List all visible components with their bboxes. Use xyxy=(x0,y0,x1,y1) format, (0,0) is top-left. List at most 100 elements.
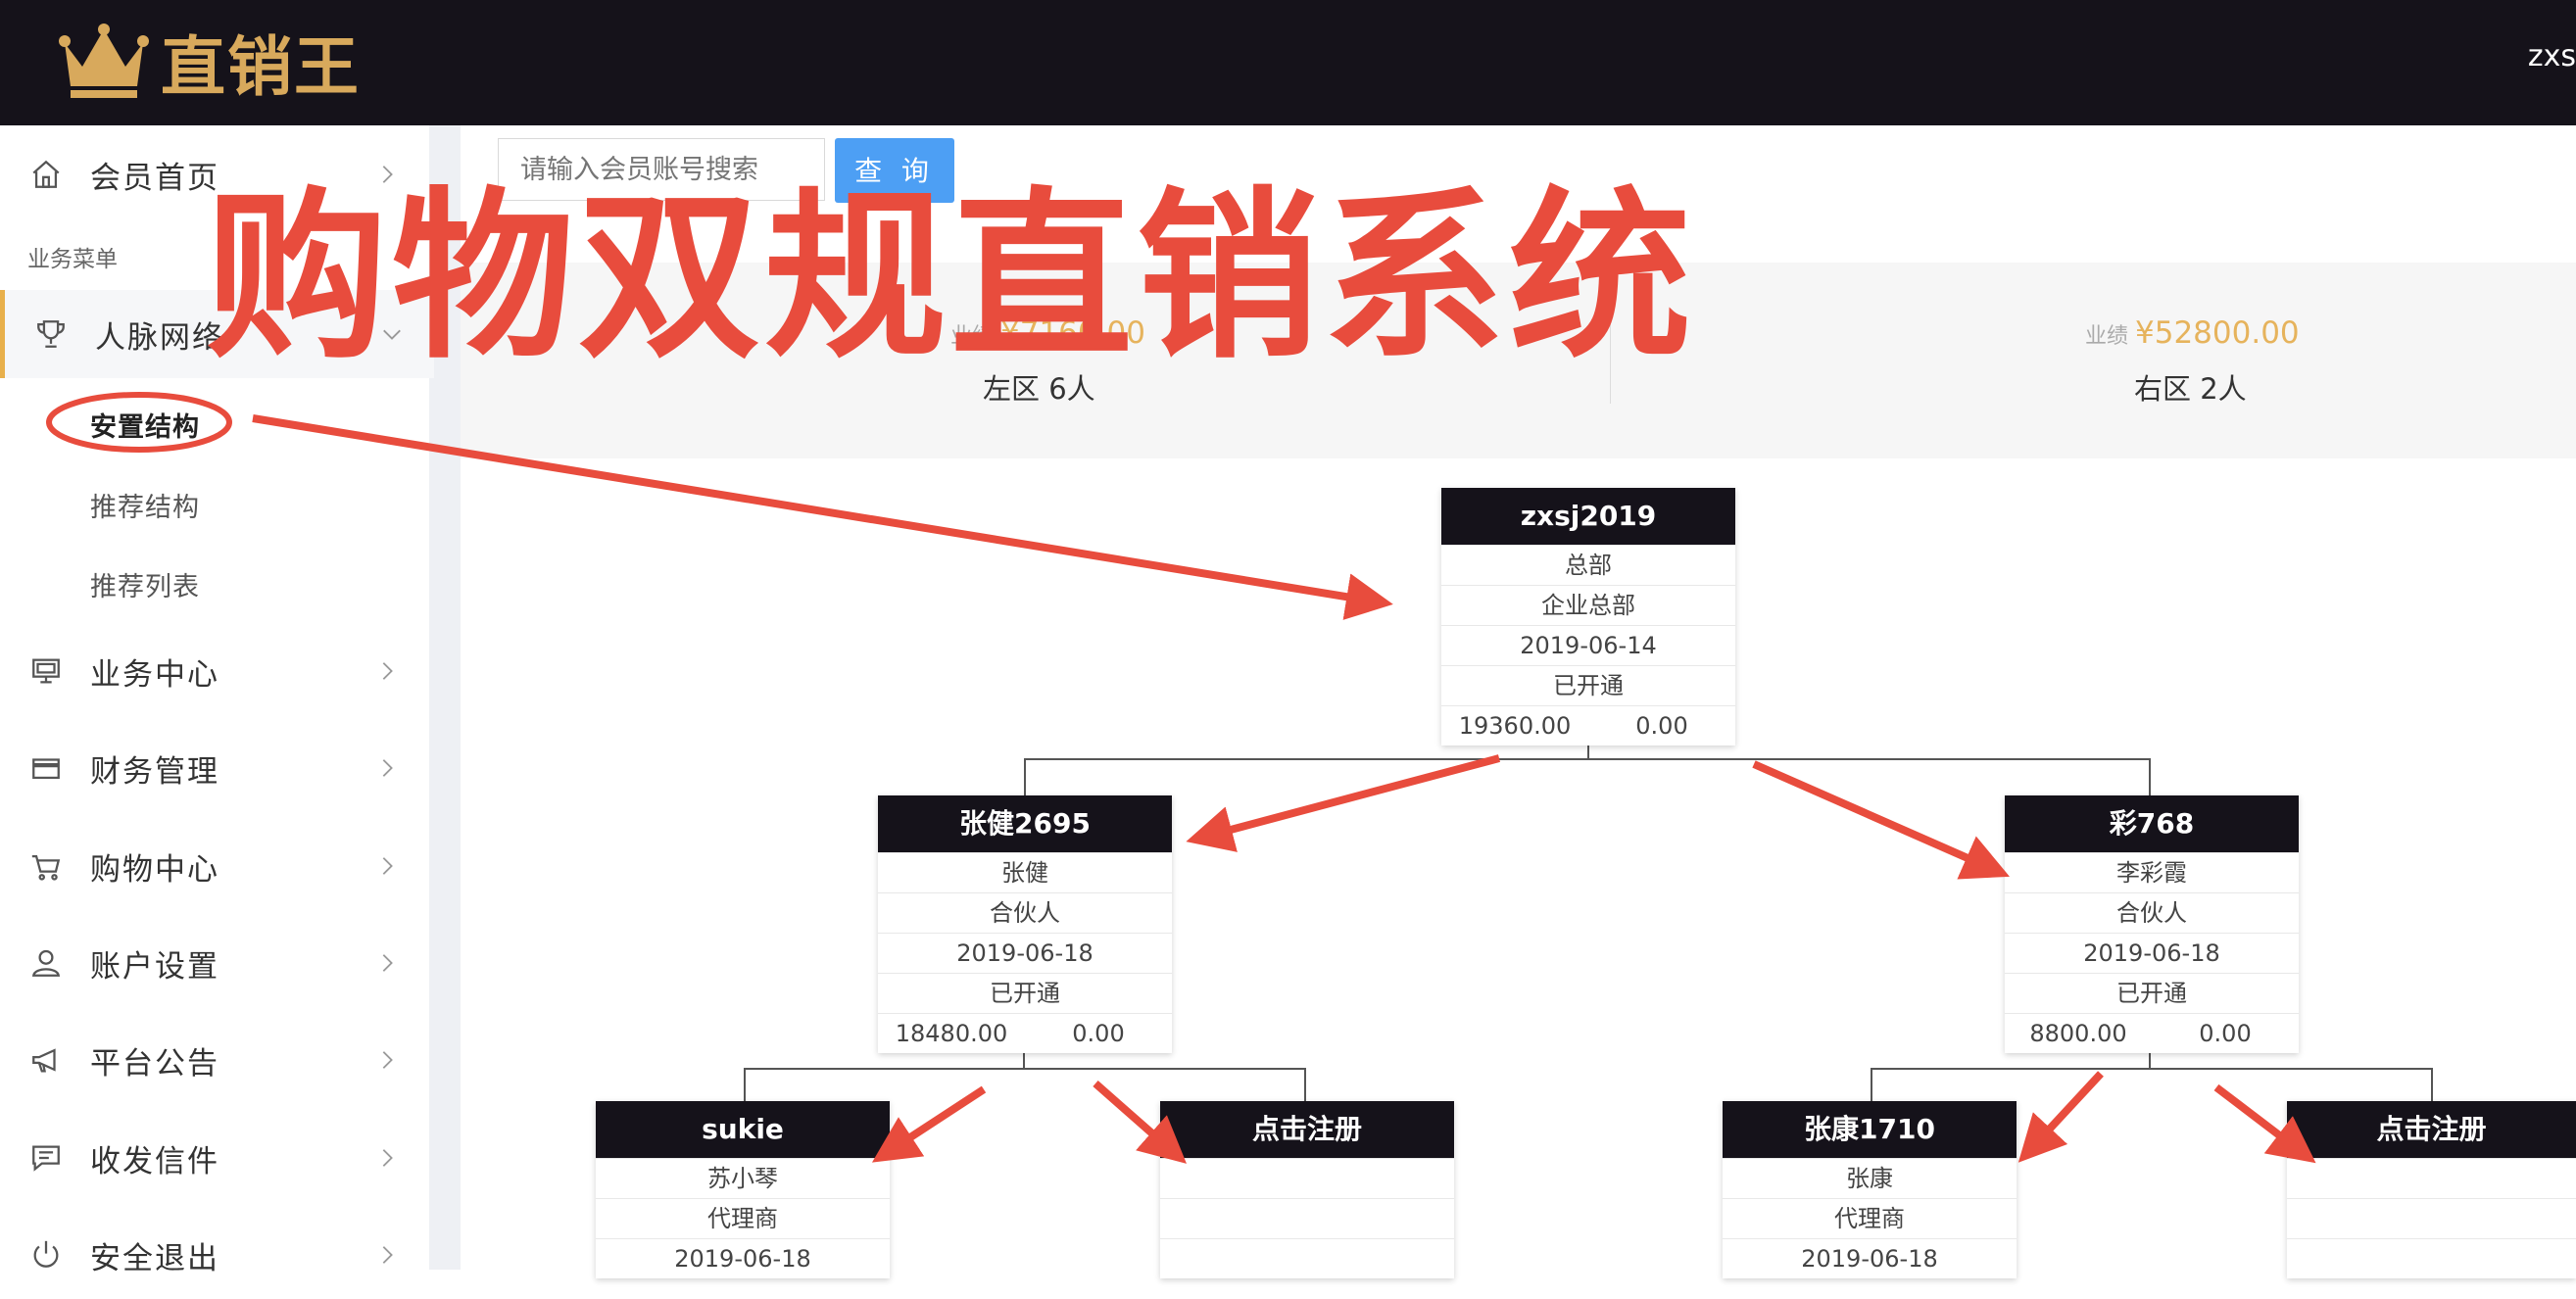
node-right-amount: 0.00 xyxy=(1072,1020,1125,1047)
node-status: 已开通 xyxy=(1441,665,1735,705)
power-icon xyxy=(33,1240,59,1268)
message-icon xyxy=(32,1145,60,1172)
right-performance: 业绩 ¥52800.00 xyxy=(2085,315,2300,351)
node-empty-row xyxy=(1160,1158,1454,1198)
section-title: 业务菜单 xyxy=(27,247,118,272)
register-link[interactable]: 点击注册 xyxy=(2287,1101,2576,1158)
sidebar-item-notice[interactable]: 平台公告 xyxy=(0,1016,429,1104)
node-level: 合伙人 xyxy=(878,892,1172,933)
sidebar-item-mail[interactable]: 收发信件 xyxy=(0,1114,429,1202)
sidebar-item-business[interactable]: 业务中心 xyxy=(0,627,429,715)
tree-node-left[interactable]: 张健2695 张健 合伙人 2019-06-18 已开通 18480.00 0.… xyxy=(878,795,1172,1053)
top-bar: 直销王 zxs xyxy=(0,0,2576,125)
chevron-right-icon xyxy=(382,954,393,972)
sidebar-item-label: 会员首页 xyxy=(90,160,219,196)
node-date: 2019-06-18 xyxy=(1723,1238,2017,1278)
connector xyxy=(1024,758,2151,760)
node-name: 张康 xyxy=(1723,1158,2017,1198)
node-left-amount: 19360.00 xyxy=(1458,712,1572,740)
sidebar-item-label: 安全退出 xyxy=(90,1240,219,1276)
node-empty-row xyxy=(2287,1158,2576,1198)
connector xyxy=(1304,1068,1306,1101)
right-count: 右区 2人 xyxy=(2134,372,2247,406)
connector xyxy=(744,1068,1306,1070)
tree-node-right-left[interactable]: 张康1710 张康 代理商 2019-06-18 xyxy=(1723,1101,2017,1278)
node-level: 企业总部 xyxy=(1441,585,1735,625)
home-icon xyxy=(32,160,60,188)
sidebar-subitem-referral-list[interactable]: 推荐列表 xyxy=(90,565,200,603)
node-status: 已开通 xyxy=(878,973,1172,1013)
node-date: 2019-06-14 xyxy=(1441,625,1735,665)
node-empty-row xyxy=(1160,1198,1454,1238)
sidebar-item-logout[interactable]: 安全退出 xyxy=(0,1211,429,1299)
monitor-icon xyxy=(32,658,60,684)
chevron-right-icon xyxy=(382,1051,393,1069)
node-left-amount: 18480.00 xyxy=(895,1020,1008,1047)
right-performance-value: ¥52800.00 xyxy=(2135,315,2300,351)
node-account[interactable]: 张康1710 xyxy=(1723,1101,2017,1158)
node-date: 2019-06-18 xyxy=(2005,933,2299,973)
node-performance: 8800.00 0.00 xyxy=(2005,1013,2299,1053)
connector xyxy=(2149,758,2151,795)
node-account[interactable]: 张健2695 xyxy=(878,795,1172,852)
sidebar-item-label: 账户设置 xyxy=(90,948,219,985)
right-performance-label: 业绩 xyxy=(2085,324,2129,349)
sidebar-item-finance[interactable]: 财务管理 xyxy=(0,724,429,812)
chevron-right-icon xyxy=(382,662,393,680)
sidebar-item-label: 财务管理 xyxy=(90,753,219,790)
node-level: 合伙人 xyxy=(2005,892,2299,933)
node-name: 总部 xyxy=(1441,545,1735,585)
user-icon xyxy=(31,949,61,977)
node-empty-row xyxy=(1160,1238,1454,1278)
node-right-amount: 0.00 xyxy=(1635,712,1688,740)
node-status: 已开通 xyxy=(2005,973,2299,1013)
connector xyxy=(744,1068,746,1101)
crown-icon xyxy=(59,24,149,98)
sidebar-item-label: 平台公告 xyxy=(90,1045,219,1082)
node-level: 代理商 xyxy=(1723,1198,2017,1238)
node-left-amount: 8800.00 xyxy=(2029,1020,2127,1047)
connector xyxy=(2431,1068,2433,1101)
brand-name: 直销王 xyxy=(161,29,361,105)
node-empty-row xyxy=(2287,1238,2576,1278)
node-name: 张健 xyxy=(878,852,1172,892)
sidebar-item-label: 购物中心 xyxy=(90,851,219,888)
connector xyxy=(1024,758,1026,795)
chevron-right-icon xyxy=(382,857,393,875)
sidebar-item-account[interactable]: 账户设置 xyxy=(0,919,429,1007)
connector xyxy=(1871,1068,1872,1101)
cart-icon xyxy=(31,854,61,881)
chevron-right-icon xyxy=(382,1149,393,1167)
card-icon xyxy=(32,758,60,780)
brand-logo[interactable]: 直销王 xyxy=(59,18,361,106)
node-name: 苏小琴 xyxy=(596,1158,890,1198)
tree-node-root[interactable]: zxsj2019 总部 企业总部 2019-06-14 已开通 19360.00… xyxy=(1441,488,1735,746)
chevron-right-icon xyxy=(382,1246,393,1264)
overlay-title: 购物双规直销系统 xyxy=(206,170,1696,383)
sidebar-subitem-referral[interactable]: 推荐结构 xyxy=(90,486,200,524)
tree-node-left-right[interactable]: 点击注册 xyxy=(1160,1101,1454,1278)
node-level: 代理商 xyxy=(596,1198,890,1238)
sidebar-subitem-placement[interactable]: 安置结构 xyxy=(90,406,200,444)
chevron-right-icon xyxy=(382,759,393,777)
tree-node-right[interactable]: 彩768 李彩霞 合伙人 2019-06-18 已开通 8800.00 0.00 xyxy=(2005,795,2299,1053)
connector xyxy=(1871,1068,2433,1070)
node-date: 2019-06-18 xyxy=(878,933,1172,973)
user-name[interactable]: zxs xyxy=(2528,39,2576,73)
node-right-amount: 0.00 xyxy=(2199,1020,2252,1047)
sidebar-item-label: 业务中心 xyxy=(90,656,219,693)
node-performance: 19360.00 0.00 xyxy=(1441,705,1735,746)
register-link[interactable]: 点击注册 xyxy=(1160,1101,1454,1158)
tree-node-right-right[interactable]: 点击注册 xyxy=(2287,1101,2576,1278)
node-account[interactable]: 彩768 xyxy=(2005,795,2299,852)
node-performance: 18480.00 0.00 xyxy=(878,1013,1172,1053)
sidebar-item-label: 收发信件 xyxy=(90,1143,219,1179)
node-account[interactable]: zxsj2019 xyxy=(1441,488,1735,545)
megaphone-icon xyxy=(32,1048,56,1073)
tree-node-left-left[interactable]: sukie 苏小琴 代理商 2019-06-18 xyxy=(596,1101,890,1278)
node-empty-row xyxy=(2287,1198,2576,1238)
sidebar-item-shop[interactable]: 购物中心 xyxy=(0,822,429,910)
node-name: 李彩霞 xyxy=(2005,852,2299,892)
trophy-icon xyxy=(37,320,65,348)
node-account[interactable]: sukie xyxy=(596,1101,890,1158)
